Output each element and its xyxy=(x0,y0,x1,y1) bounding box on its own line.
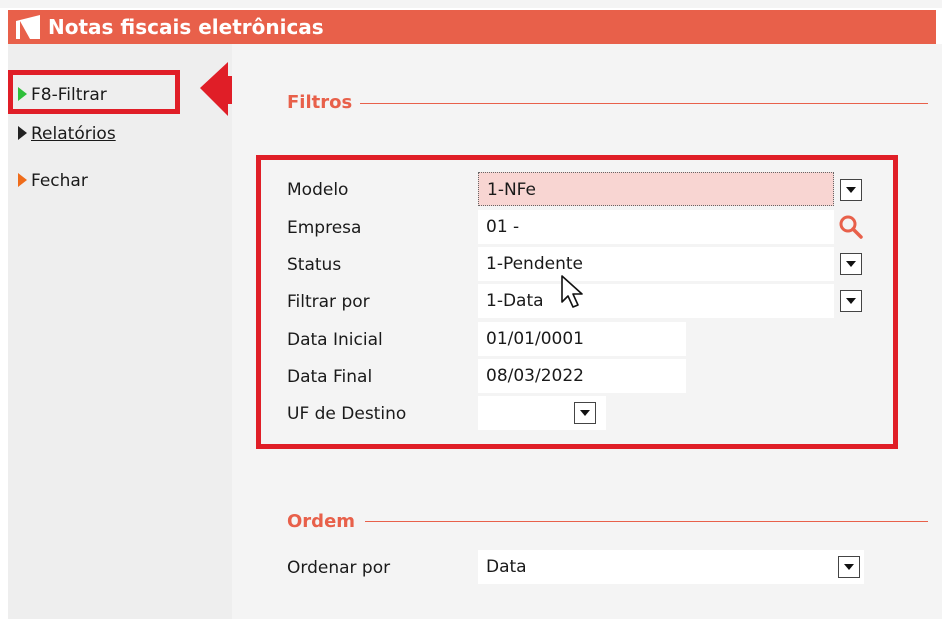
ordenar-por-select[interactable]: Data xyxy=(478,550,864,584)
menu-item-fechar-label: Fechar xyxy=(31,171,88,191)
window-title: Notas fiscais eletrônicas xyxy=(48,15,324,39)
section-divider-filtros xyxy=(360,103,928,104)
menu-item-fechar[interactable]: Fechar xyxy=(18,169,88,193)
menu-item-relatorios-label: Relatórios xyxy=(31,124,116,144)
title-bar: Notas fiscais eletrônicas xyxy=(8,10,936,44)
app-logo-icon xyxy=(16,15,40,39)
menu-item-relatorios[interactable]: Relatórios xyxy=(18,122,116,146)
section-title-ordem: Ordem xyxy=(287,511,356,532)
play-orange-icon xyxy=(18,173,27,187)
section-divider-ordem xyxy=(365,521,928,522)
play-black-icon xyxy=(18,126,27,140)
mouse-cursor-icon xyxy=(561,275,583,308)
ordenar-por-dropdown-button[interactable] xyxy=(838,556,860,578)
highlight-box-filtrar xyxy=(8,70,180,114)
window-caption-cropped xyxy=(0,0,942,8)
section-title-filtros: Filtros xyxy=(287,92,353,113)
label-ordenar-por: Ordenar por xyxy=(287,558,391,578)
